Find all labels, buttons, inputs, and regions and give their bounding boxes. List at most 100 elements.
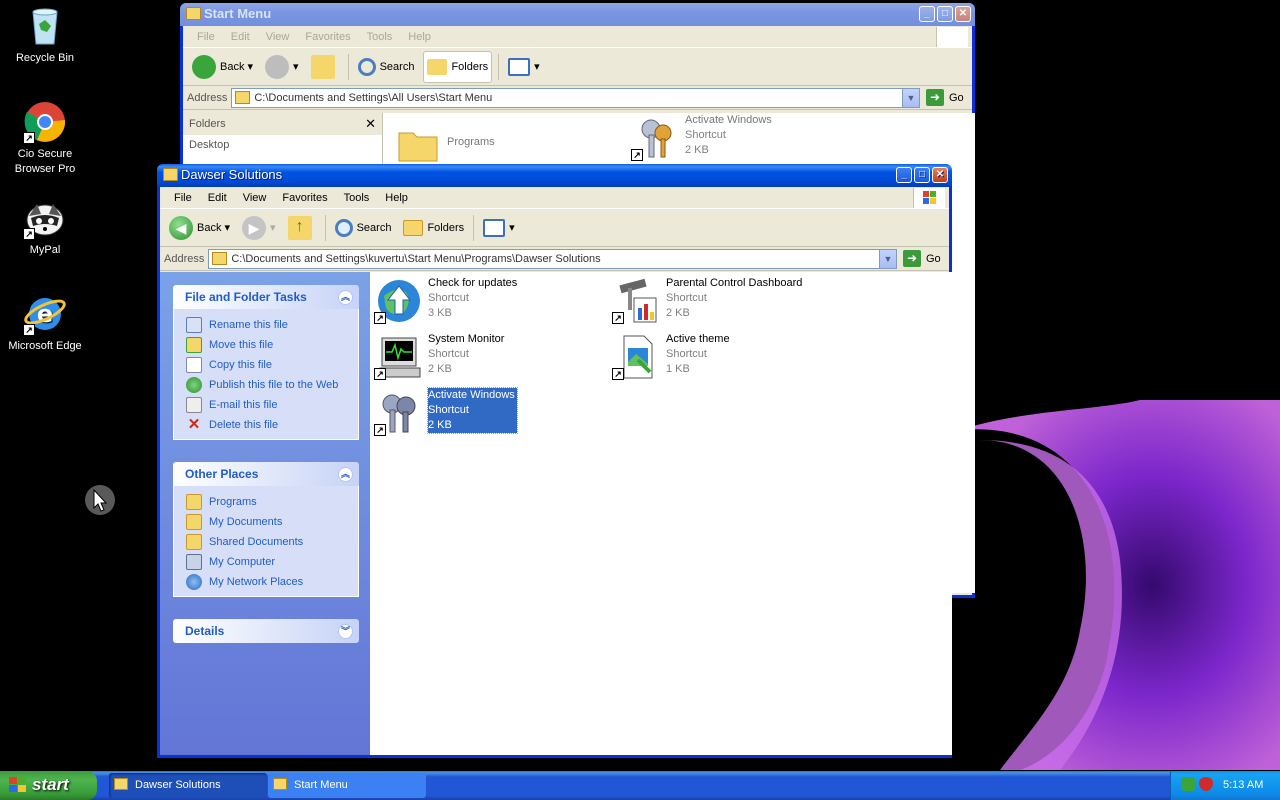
task-move[interactable]: Move this file (186, 335, 358, 355)
search-button[interactable]: Search (355, 51, 418, 83)
folders-button[interactable]: Folders (423, 50, 493, 83)
group-header[interactable]: File and Folder Tasks ︽ (173, 285, 359, 309)
search-icon (334, 218, 353, 237)
clock[interactable]: 5:13 AM (1223, 779, 1263, 791)
place-my-computer[interactable]: My Computer (186, 552, 358, 572)
start-button[interactable]: start (0, 771, 97, 800)
menu-tools[interactable]: Tools (359, 31, 401, 43)
desktop-icon-recycle-bin[interactable]: Recycle Bin (0, 4, 90, 66)
file-item-parental-control-dashboard[interactable]: ↗ Parental Control Dashboard Shortcut 2 KB (612, 276, 842, 328)
menu-file[interactable]: File (189, 31, 223, 43)
file-size: 2 KB (428, 419, 452, 431)
views-button[interactable]: ▾ (480, 212, 518, 244)
windows-logo-icon (913, 188, 945, 208)
group-header[interactable]: Details ︾ (173, 619, 359, 643)
go-button[interactable]: ➜ Go (920, 89, 972, 106)
folders-button[interactable]: Folders (400, 212, 467, 244)
up-folder-icon (310, 54, 335, 79)
network-tray-icon[interactable] (1181, 777, 1195, 791)
place-label: My Network Places (209, 576, 304, 588)
menu-favorites[interactable]: Favorites (274, 192, 335, 204)
maximize-button[interactable]: □ (937, 6, 953, 22)
folder-icon (212, 251, 228, 265)
desktop-icon-cio-browser[interactable]: ↗ Cio Secure Browser Pro (0, 100, 90, 177)
group-header[interactable]: Other Places ︽ (173, 462, 359, 486)
back-arrow-icon: ◀ (169, 215, 193, 240)
back-button[interactable]: Back ▾ (189, 51, 256, 83)
address-input[interactable]: C:\Documents and Settings\All Users\Star… (231, 87, 920, 108)
menu-edit[interactable]: Edit (200, 192, 235, 204)
file-item-activate-windows[interactable]: ↗ Activate Windows Shortcut 2 KB (631, 113, 861, 165)
window-titlebar[interactable]: Dawser Solutions _ □ ✕ (157, 164, 952, 187)
menu-favorites[interactable]: Favorites (297, 31, 358, 43)
maximize-button[interactable]: □ (914, 167, 930, 183)
desktop-icon-label: Cio Secure Browser Pro (14, 148, 76, 175)
file-item-system-monitor[interactable]: ↗ System Monitor Shortcut 2 KB (374, 332, 604, 384)
views-button[interactable]: ▾ (505, 51, 543, 83)
close-button[interactable]: ✕ (932, 167, 948, 183)
menu-help[interactable]: Help (400, 31, 439, 43)
task-publish[interactable]: Publish this file to the Web (186, 375, 358, 395)
file-item-active-theme[interactable]: ↗ Active theme Shortcut 1 KB (612, 332, 842, 384)
other-places: Other Places ︽ Programs My Documents Shar… (173, 462, 359, 597)
menu-view[interactable]: View (235, 192, 275, 204)
place-my-documents[interactable]: My Documents (186, 512, 358, 532)
search-button[interactable]: Search (332, 212, 395, 244)
task-delete[interactable]: ✕ Delete this file (186, 415, 358, 435)
menu-tools[interactable]: Tools (336, 192, 378, 204)
menu-view[interactable]: View (258, 31, 298, 43)
back-label: Back (220, 60, 245, 73)
task-copy[interactable]: Copy this file (186, 355, 358, 375)
folders-label: Folders (451, 60, 489, 73)
expand-icon[interactable]: ︾ (338, 624, 353, 639)
address-input[interactable]: C:\Documents and Settings\kuvertu\Start … (208, 248, 897, 269)
mouse-cursor-icon (85, 485, 115, 515)
toolbar: ◀ Back ▾ ▶ ▾ ↑ Search Folders ▾ (160, 209, 949, 247)
close-icon[interactable]: ✕ (365, 113, 376, 135)
forward-button[interactable]: ▶ ▾ (239, 212, 279, 244)
dawser-solutions-window[interactable]: Dawser Solutions _ □ ✕ File Edit View Fa… (157, 164, 952, 758)
place-label: Programs (209, 496, 257, 508)
collapse-icon[interactable]: ︽ (338, 290, 353, 305)
task-pane: File and Folder Tasks ︽ Rename this file … (160, 272, 370, 755)
address-dropdown-icon[interactable]: ▼ (902, 88, 919, 107)
tree-item-desktop[interactable]: Desktop (183, 135, 382, 155)
window-titlebar[interactable]: Start Menu _ □ ✕ (180, 3, 975, 26)
file-size: 3 KB (428, 307, 452, 319)
minimize-button[interactable]: _ (919, 6, 935, 22)
desktop-icon-edge[interactable]: e ↗ Microsoft Edge (0, 292, 90, 354)
close-button[interactable]: ✕ (955, 6, 971, 22)
taskbar-button-dawser-solutions[interactable]: Dawser Solutions (109, 773, 267, 798)
place-shared-documents[interactable]: Shared Documents (186, 532, 358, 552)
address-dropdown-icon[interactable]: ▼ (879, 249, 896, 268)
security-shield-icon[interactable] (1199, 777, 1213, 791)
forward-button[interactable]: ▾ (262, 51, 302, 83)
back-button[interactable]: ◀ Back ▾ (166, 212, 233, 244)
file-item-check-for-updates[interactable]: ↗ Check for updates Shortcut 3 KB (374, 276, 604, 328)
place-my-network[interactable]: My Network Places (186, 572, 358, 592)
collapse-icon[interactable]: ︽ (338, 467, 353, 482)
details: Details ︾ (173, 619, 359, 643)
place-programs[interactable]: Programs (186, 492, 358, 512)
internet-explorer-icon: e ↗ (23, 292, 67, 336)
task-label: Move this file (209, 339, 274, 351)
file-type: Shortcut (428, 404, 469, 416)
task-label: Copy this file (209, 359, 272, 371)
up-button[interactable]: ↑ (285, 212, 319, 244)
menu-file[interactable]: File (166, 192, 200, 204)
go-button[interactable]: ➜ Go (897, 250, 949, 267)
menu-help[interactable]: Help (377, 192, 416, 204)
taskbar-button-label: Dawser Solutions (135, 779, 221, 791)
shared-folder-icon (186, 534, 202, 550)
taskbar-button-start-menu[interactable]: Start Menu (268, 773, 426, 798)
task-rename[interactable]: Rename this file (186, 315, 358, 335)
task-label: Rename this file (209, 319, 288, 331)
desktop-icon-label: Recycle Bin (15, 52, 75, 64)
up-button[interactable] (308, 51, 342, 83)
file-item-activate-windows[interactable]: ↗ Activate Windows Shortcut 2 KB (374, 387, 604, 440)
task-email[interactable]: E-mail this file (186, 395, 358, 415)
minimize-button[interactable]: _ (896, 167, 912, 183)
menu-edit[interactable]: Edit (223, 31, 258, 43)
taskbar-button-label: Start Menu (294, 779, 348, 791)
desktop-icon-mypal[interactable]: ↗ MyPal (0, 196, 90, 258)
